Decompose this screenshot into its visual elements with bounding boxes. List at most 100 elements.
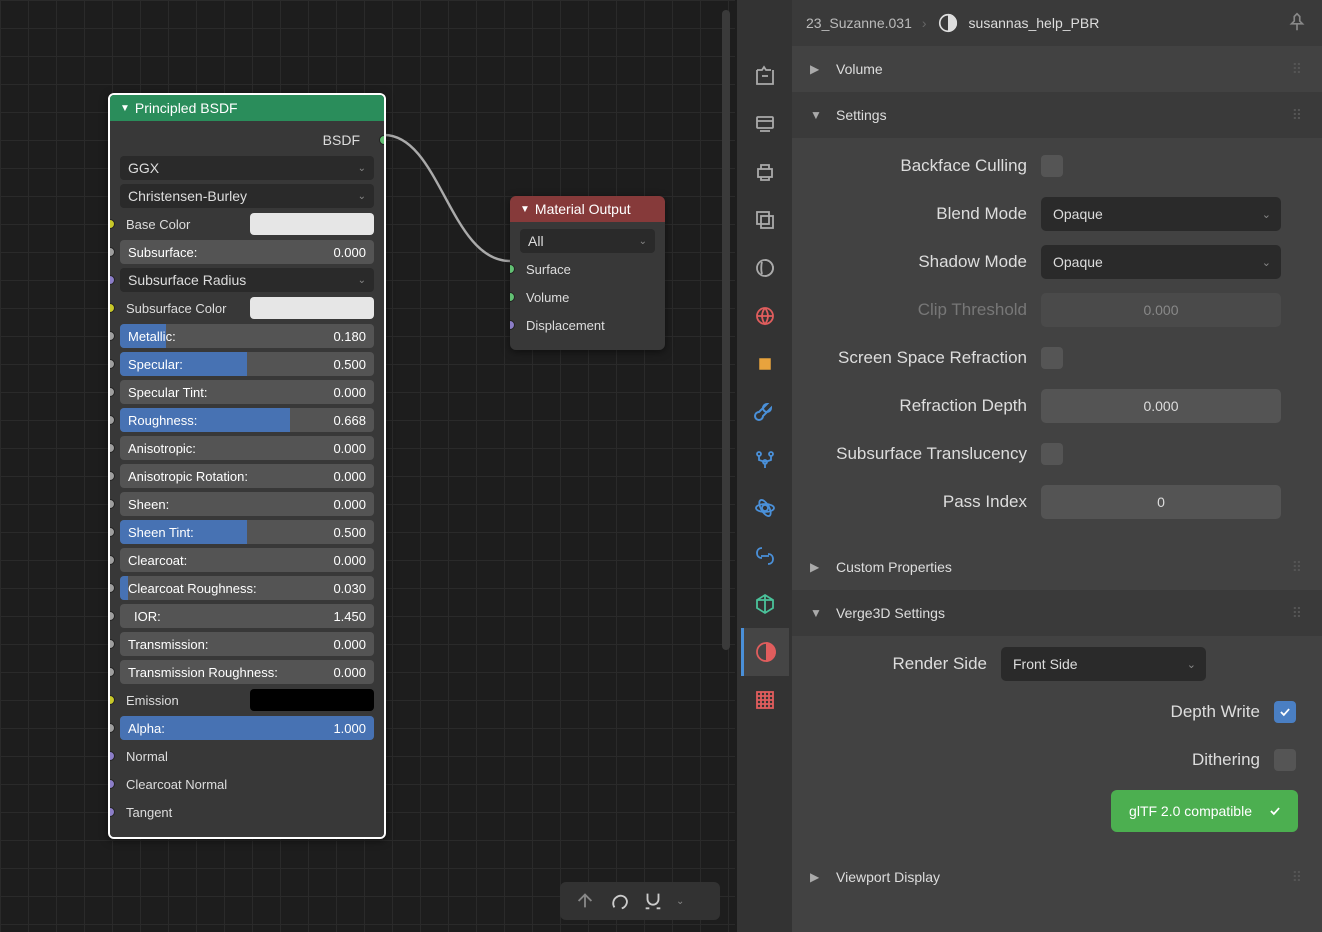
subsurface-method-select[interactable]: Christensen-Burley⌄ <box>120 184 374 208</box>
render-side-select[interactable]: Front Side⌄ <box>1001 647 1206 681</box>
emission-swatch[interactable] <box>250 689 374 711</box>
socket[interactable] <box>108 443 115 453</box>
subsurface-field[interactable]: Subsurface:0.000 <box>120 240 374 264</box>
socket[interactable] <box>108 415 115 425</box>
sss-checkbox[interactable] <box>1041 443 1063 465</box>
lasso-icon[interactable] <box>608 890 630 912</box>
socket[interactable] <box>108 471 115 481</box>
tab-world[interactable] <box>741 292 789 340</box>
arrow-up-icon[interactable] <box>574 890 596 912</box>
specular-tint-field[interactable]: Specular Tint:0.000 <box>120 380 374 404</box>
sheen-field[interactable]: Sheen:0.000 <box>120 492 374 516</box>
socket-displacement[interactable] <box>510 320 515 330</box>
socket[interactable] <box>108 583 115 593</box>
principled-bsdf-node[interactable]: ▼ Principled BSDF BSDF GGX⌄ Christensen-… <box>108 93 386 839</box>
socket[interactable] <box>108 779 115 789</box>
socket[interactable] <box>108 331 115 341</box>
distribution-select[interactable]: GGX⌄ <box>120 156 374 180</box>
alpha-field[interactable]: Alpha:1.000 <box>120 716 374 740</box>
gltf-compatible-toggle[interactable]: glTF 2.0 compatible <box>1111 790 1298 832</box>
socket-bsdf-out[interactable] <box>379 135 386 145</box>
socket[interactable] <box>108 639 115 649</box>
sheen-tint-field[interactable]: Sheen Tint:0.500 <box>120 520 374 544</box>
tab-modifier[interactable] <box>741 388 789 436</box>
clearcoat-field[interactable]: Clearcoat:0.000 <box>120 548 374 572</box>
refraction-depth-field[interactable]: 0.000 <box>1041 389 1281 423</box>
socket[interactable] <box>108 695 115 705</box>
section-volume[interactable]: ▶ Volume ⠿ <box>792 46 1322 92</box>
socket[interactable] <box>108 247 115 257</box>
socket[interactable] <box>108 303 115 313</box>
socket[interactable] <box>108 667 115 677</box>
backface-culling-checkbox[interactable] <box>1041 155 1063 177</box>
tab-print[interactable] <box>741 148 789 196</box>
target-select[interactable]: All⌄ <box>520 229 655 253</box>
pin-icon[interactable] <box>1286 11 1308 36</box>
clearcoat-rough-field[interactable]: Clearcoat Roughness:0.030 <box>120 576 374 600</box>
breadcrumb[interactable]: 23_Suzanne.031 › susannas_help_PBR <box>792 0 1322 46</box>
node-edge <box>380 127 518 277</box>
tab-mesh[interactable] <box>741 580 789 628</box>
metallic-field[interactable]: Metallic:0.180 <box>120 324 374 348</box>
node-scrollbar[interactable] <box>722 10 732 880</box>
depth-write-checkbox[interactable] <box>1274 701 1296 723</box>
anisotropic-rot-field[interactable]: Anisotropic Rotation:0.000 <box>120 464 374 488</box>
subsurface-color-swatch[interactable] <box>250 297 374 319</box>
roughness-field[interactable]: Roughness:0.668 <box>120 408 374 432</box>
socket[interactable] <box>108 527 115 537</box>
tab-particle[interactable] <box>741 436 789 484</box>
socket[interactable] <box>108 807 115 817</box>
socket[interactable] <box>108 219 115 229</box>
subsurface-radius[interactable]: Subsurface Radius⌄ <box>120 268 374 292</box>
chevron-down-icon[interactable]: ⌄ <box>676 896 684 907</box>
tab-output[interactable] <box>741 100 789 148</box>
tab-scene[interactable] <box>741 244 789 292</box>
breadcrumb-material[interactable]: susannas_help_PBR <box>969 15 1100 31</box>
socket[interactable] <box>108 723 115 733</box>
breadcrumb-object[interactable]: 23_Suzanne.031 <box>806 15 912 31</box>
dithering-checkbox[interactable] <box>1274 749 1296 771</box>
specular-field[interactable]: Specular:0.500 <box>120 352 374 376</box>
tab-constraint[interactable] <box>741 532 789 580</box>
blend-mode-select[interactable]: Opaque⌄ <box>1041 197 1281 231</box>
drag-icon[interactable]: ⠿ <box>1292 107 1304 124</box>
socket[interactable] <box>108 751 115 761</box>
tab-viewlayer[interactable] <box>741 196 789 244</box>
socket[interactable] <box>108 387 115 397</box>
node-header[interactable]: ▼ Material Output <box>510 196 665 222</box>
drag-icon[interactable]: ⠿ <box>1292 61 1304 78</box>
drag-icon[interactable]: ⠿ <box>1292 869 1304 886</box>
socket-surface[interactable] <box>510 264 515 274</box>
tab-render[interactable] <box>741 52 789 100</box>
socket-volume[interactable] <box>510 292 515 302</box>
socket[interactable] <box>108 275 115 285</box>
node-header[interactable]: ▼ Principled BSDF <box>110 95 384 121</box>
section-custom-properties[interactable]: ▶ Custom Properties ⠿ <box>792 544 1322 590</box>
tab-texture[interactable] <box>741 676 789 724</box>
socket[interactable] <box>108 499 115 509</box>
node-editor-area[interactable]: ▼ Principled BSDF BSDF GGX⌄ Christensen-… <box>0 0 735 932</box>
properties-content: 23_Suzanne.031 › susannas_help_PBR ▶ Vol… <box>792 0 1322 932</box>
anisotropic-field[interactable]: Anisotropic:0.000 <box>120 436 374 460</box>
section-settings[interactable]: ▼ Settings ⠿ <box>792 92 1322 138</box>
base-color-swatch[interactable] <box>250 213 374 235</box>
drag-icon[interactable]: ⠿ <box>1292 559 1304 576</box>
snap-icon[interactable] <box>642 890 664 912</box>
pass-index-field[interactable]: 0 <box>1041 485 1281 519</box>
socket[interactable] <box>108 555 115 565</box>
transmission-rough-field[interactable]: Transmission Roughness:0.000 <box>120 660 374 684</box>
socket[interactable] <box>108 359 115 369</box>
socket[interactable] <box>108 611 115 621</box>
ior-field[interactable]: IOR:1.450 <box>120 604 374 628</box>
gltf-checkbox[interactable] <box>1264 800 1286 822</box>
tab-material[interactable] <box>741 628 789 676</box>
section-verge3d[interactable]: ▼ Verge3D Settings ⠿ <box>792 590 1322 636</box>
tab-physics[interactable] <box>741 484 789 532</box>
drag-icon[interactable]: ⠿ <box>1292 605 1304 622</box>
material-output-node[interactable]: ▼ Material Output All⌄ Surface Volume Di… <box>510 196 665 350</box>
section-viewport-display[interactable]: ▶ Viewport Display ⠿ <box>792 854 1322 900</box>
tab-object[interactable] <box>741 340 789 388</box>
shadow-mode-select[interactable]: Opaque⌄ <box>1041 245 1281 279</box>
ssr-checkbox[interactable] <box>1041 347 1063 369</box>
transmission-field[interactable]: Transmission:0.000 <box>120 632 374 656</box>
